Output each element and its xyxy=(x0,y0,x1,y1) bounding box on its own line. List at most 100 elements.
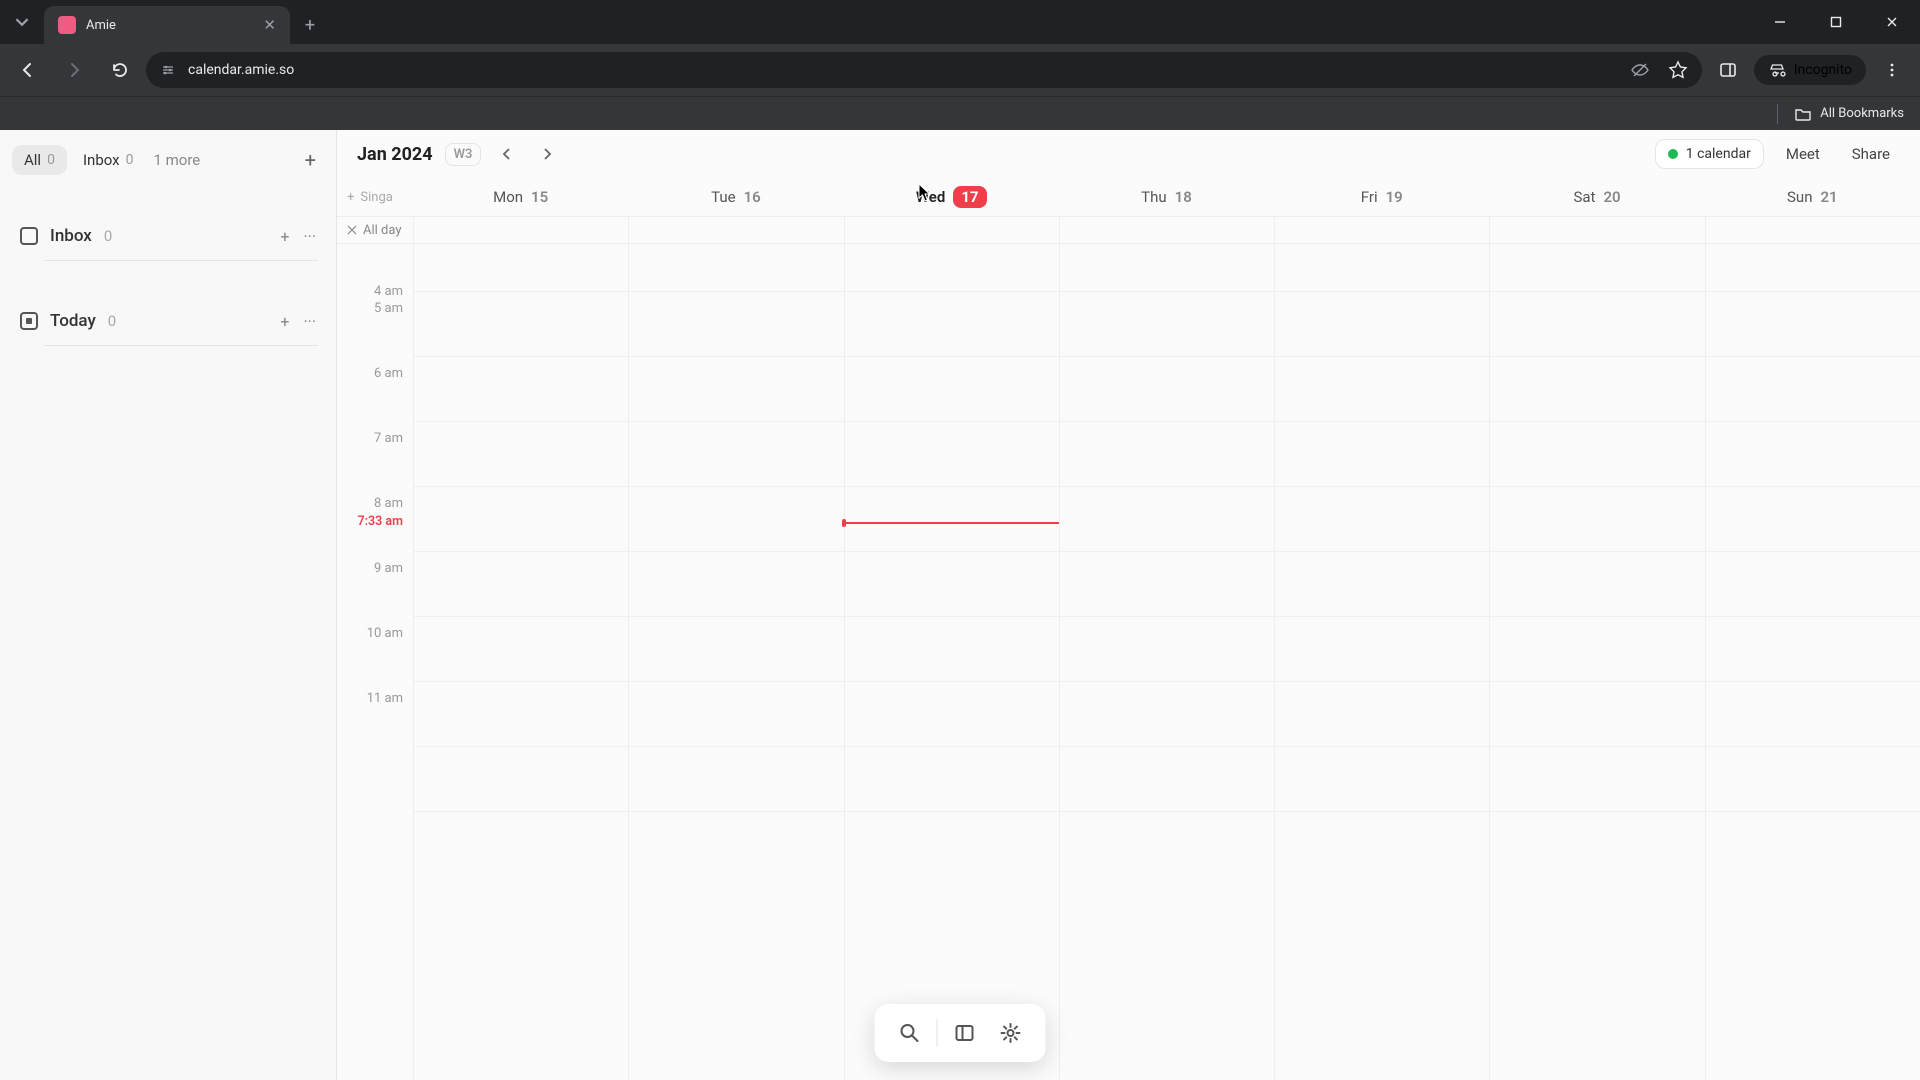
list-inbox-add-icon[interactable]: + xyxy=(280,227,289,246)
time-slot[interactable] xyxy=(629,552,843,617)
time-slot[interactable] xyxy=(629,244,843,292)
day-header[interactable]: Sat20 xyxy=(1489,186,1704,208)
time-slot[interactable] xyxy=(1706,747,1920,812)
time-slot[interactable] xyxy=(1490,747,1704,812)
sidebar-toggle-button[interactable] xyxy=(946,1014,984,1052)
time-slot[interactable] xyxy=(1490,244,1704,292)
eye-off-icon[interactable] xyxy=(1630,60,1650,80)
time-slot[interactable] xyxy=(414,244,628,292)
time-slot[interactable] xyxy=(1490,422,1704,487)
time-slot[interactable] xyxy=(845,682,1059,747)
time-slot[interactable] xyxy=(1275,244,1489,292)
time-slot[interactable] xyxy=(845,292,1059,357)
close-tab-icon[interactable]: ✕ xyxy=(263,16,276,34)
filter-all[interactable]: All 0 xyxy=(12,145,67,175)
address-bar[interactable]: calendar.amie.so xyxy=(146,52,1702,88)
day-column[interactable] xyxy=(413,244,628,1080)
filter-inbox[interactable]: Inbox 0 xyxy=(71,145,146,175)
time-slot[interactable] xyxy=(1060,682,1274,747)
time-slot[interactable] xyxy=(1490,357,1704,422)
time-slot[interactable] xyxy=(414,487,628,552)
window-close-button[interactable] xyxy=(1864,0,1920,44)
day-header[interactable]: Fri19 xyxy=(1274,186,1489,208)
window-minimize-button[interactable] xyxy=(1752,0,1808,44)
list-inbox[interactable]: Inbox 0 + ··· xyxy=(12,216,324,256)
time-slot[interactable] xyxy=(1490,487,1704,552)
time-slot[interactable] xyxy=(414,682,628,747)
day-column[interactable] xyxy=(844,244,1059,1080)
time-slot[interactable] xyxy=(414,357,628,422)
site-settings-icon[interactable] xyxy=(160,62,176,78)
add-list-button[interactable]: + xyxy=(297,144,324,176)
allday-slot[interactable] xyxy=(1489,217,1704,243)
time-slot[interactable] xyxy=(845,422,1059,487)
time-slot[interactable] xyxy=(1060,244,1274,292)
next-week-button[interactable] xyxy=(533,140,561,168)
prev-week-button[interactable] xyxy=(493,140,521,168)
time-slot[interactable] xyxy=(1706,552,1920,617)
time-slot[interactable] xyxy=(1275,747,1489,812)
time-slot[interactable] xyxy=(1490,617,1704,682)
time-slot[interactable] xyxy=(1275,552,1489,617)
list-today[interactable]: Today 0 + ··· xyxy=(12,301,324,341)
day-column[interactable] xyxy=(1705,244,1920,1080)
settings-button[interactable] xyxy=(992,1014,1030,1052)
time-slot[interactable] xyxy=(1706,357,1920,422)
time-slot[interactable] xyxy=(1060,292,1274,357)
time-slot[interactable] xyxy=(1060,552,1274,617)
time-slot[interactable] xyxy=(1706,422,1920,487)
day-header[interactable]: Thu18 xyxy=(1059,186,1274,208)
time-slot[interactable] xyxy=(1060,747,1274,812)
browser-menu-button[interactable] xyxy=(1872,50,1912,90)
time-slot[interactable] xyxy=(1060,357,1274,422)
day-column[interactable] xyxy=(628,244,843,1080)
day-column[interactable] xyxy=(1489,244,1704,1080)
time-slot[interactable] xyxy=(1060,617,1274,682)
time-slot[interactable] xyxy=(1275,422,1489,487)
sidepanel-icon[interactable] xyxy=(1708,50,1748,90)
allday-slot[interactable] xyxy=(1059,217,1274,243)
nav-reload-button[interactable] xyxy=(100,50,140,90)
nav-forward-button[interactable] xyxy=(54,50,94,90)
time-slot[interactable] xyxy=(1706,682,1920,747)
time-slot[interactable] xyxy=(845,357,1059,422)
time-slot[interactable] xyxy=(1060,487,1274,552)
allday-slot[interactable] xyxy=(1274,217,1489,243)
meet-button[interactable]: Meet xyxy=(1776,139,1830,169)
time-slot[interactable] xyxy=(629,292,843,357)
time-slot[interactable] xyxy=(1490,292,1704,357)
day-header[interactable]: Tue16 xyxy=(628,186,843,208)
list-today-add-icon[interactable]: + xyxy=(280,312,289,331)
day-column[interactable] xyxy=(1059,244,1274,1080)
search-button[interactable] xyxy=(891,1014,929,1052)
window-maximize-button[interactable] xyxy=(1808,0,1864,44)
time-slot[interactable] xyxy=(1706,487,1920,552)
time-slot[interactable] xyxy=(1275,617,1489,682)
time-slot[interactable] xyxy=(845,552,1059,617)
time-slot[interactable] xyxy=(1275,357,1489,422)
incognito-badge[interactable]: Incognito xyxy=(1754,55,1866,85)
bookmark-star-icon[interactable] xyxy=(1668,60,1688,80)
timezone-cell[interactable]: + Singa xyxy=(337,190,413,205)
allday-slot[interactable] xyxy=(413,217,628,243)
day-header[interactable]: Mon15 xyxy=(413,186,628,208)
time-slot[interactable] xyxy=(414,292,628,357)
share-button[interactable]: Share xyxy=(1842,139,1900,169)
collapse-allday-icon[interactable] xyxy=(347,225,357,235)
day-header[interactable]: Sun21 xyxy=(1705,186,1920,208)
day-header[interactable]: Wed17 xyxy=(844,186,1059,208)
time-slot[interactable] xyxy=(1275,487,1489,552)
time-slot[interactable] xyxy=(629,617,843,682)
nav-back-button[interactable] xyxy=(8,50,48,90)
time-slot[interactable] xyxy=(414,617,628,682)
all-bookmarks-button[interactable]: All Bookmarks xyxy=(1794,105,1904,123)
allday-slot[interactable] xyxy=(844,217,1059,243)
time-slot[interactable] xyxy=(629,682,843,747)
filter-more[interactable]: 1 more xyxy=(153,151,200,169)
day-column[interactable] xyxy=(1274,244,1489,1080)
time-slot[interactable] xyxy=(629,487,843,552)
time-slot[interactable] xyxy=(845,617,1059,682)
new-tab-button[interactable]: + xyxy=(290,6,330,44)
time-slot[interactable] xyxy=(1275,682,1489,747)
tab-search-dropdown[interactable] xyxy=(0,0,44,44)
